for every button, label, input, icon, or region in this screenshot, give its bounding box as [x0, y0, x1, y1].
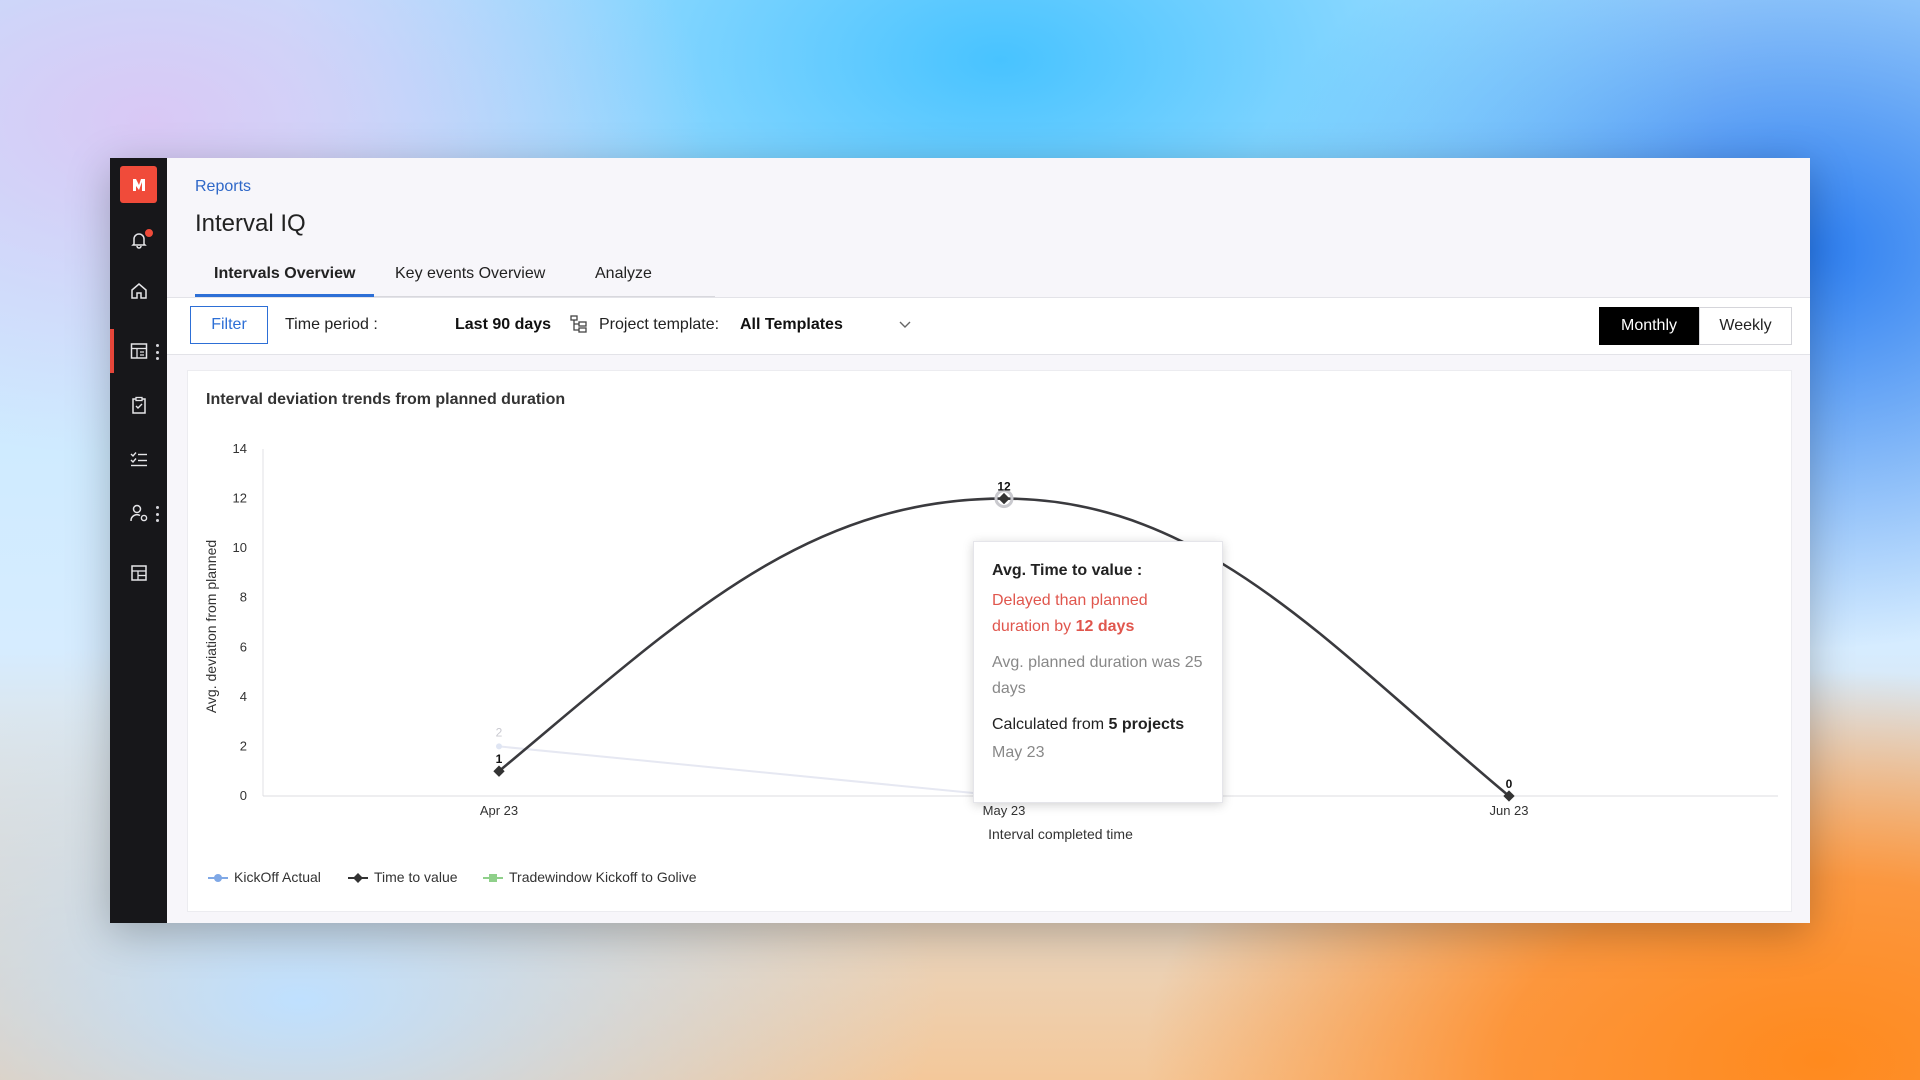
tooltip-calc-text: Calculated from [992, 716, 1105, 733]
x-axis-label: Interval completed time [988, 826, 1133, 842]
time-period-value[interactable]: Last 90 days [455, 316, 551, 334]
y-tick-label: 2 [240, 738, 247, 753]
tooltip-calc: Calculated from 5 projects [992, 712, 1204, 738]
chevron-down-icon[interactable] [897, 316, 913, 332]
legend-label: Time to value [374, 869, 458, 885]
time-period-label: Time period : [285, 316, 378, 333]
x-tick-label: Jun 23 [1489, 803, 1528, 818]
active-indicator [110, 329, 114, 373]
legend-marker-time-to-value [348, 871, 368, 883]
notification-badge [144, 228, 154, 238]
project-template-value[interactable]: All Templates [740, 316, 843, 334]
y-tick-label: 14 [233, 441, 247, 456]
tooltip-planned: Avg. planned duration was 25 days [992, 654, 1203, 697]
y-tick-label: 4 [240, 689, 247, 704]
users-more-icon[interactable] [155, 506, 159, 522]
data-point-time-to-value [998, 492, 1010, 505]
tooltip-calc-value: 5 projects [1108, 716, 1185, 733]
legend-marker-kickoff-actual [208, 871, 228, 883]
y-tick-label: 12 [233, 491, 247, 506]
chart-tooltip: Avg. Time to value : Delayed than planne… [973, 541, 1223, 803]
y-tick-label: 0 [240, 788, 247, 803]
y-tick-label: 8 [240, 590, 247, 605]
checklist-icon[interactable] [128, 448, 150, 470]
page-title: Interval IQ [195, 210, 306, 237]
legend-time-to-value[interactable]: Time to value [348, 869, 458, 885]
app-window: Reports Interval IQ Intervals Overview K… [110, 158, 1810, 923]
series-line-kickoff-actual [498, 745, 1005, 797]
data-point-kickoff-actual [496, 743, 502, 750]
y-axis-label: Avg. deviation from planned [203, 540, 219, 713]
tab-intervals-overview[interactable]: Intervals Overview [195, 258, 375, 297]
home-icon[interactable] [128, 280, 150, 302]
data-label-time-to-value: 0 [1506, 777, 1513, 791]
x-tick-label: Apr 23 [480, 803, 518, 818]
logo-icon[interactable] [120, 166, 157, 203]
main-content: Reports Interval IQ Intervals Overview K… [167, 158, 1810, 923]
legend-label: Tradewindow Kickoff to Golive [509, 869, 697, 885]
template-tree-icon [570, 314, 588, 334]
breadcrumb-reports[interactable]: Reports [195, 178, 251, 196]
project-template-label: Project template: [599, 316, 720, 333]
layout-icon[interactable] [128, 562, 150, 584]
filter-toolbar: Filter Time period : Last 90 days Projec… [167, 297, 1810, 355]
y-tick-label: 6 [240, 639, 247, 654]
tab-analyze[interactable]: Analyze [595, 258, 652, 294]
tooltip-period: May 23 [992, 744, 1045, 761]
filter-button[interactable]: Filter [190, 306, 268, 344]
legend-label: KickOff Actual [234, 869, 321, 885]
tab-bar: Intervals Overview Key events Overview A… [195, 258, 715, 298]
legend-kickoff-actual[interactable]: KickOff Actual [208, 869, 321, 885]
tooltip-delay: Delayed than planned duration by 12 days [992, 588, 1204, 640]
data-label-time-to-value: 12 [997, 480, 1011, 494]
data-label-time-to-value: 1 [496, 752, 503, 766]
chart-card: Interval deviation trends from planned d… [187, 370, 1792, 912]
weekly-toggle[interactable]: Weekly [1699, 307, 1792, 345]
user-settings-icon[interactable] [128, 502, 150, 524]
tooltip-delay-value: 12 days [1075, 618, 1135, 635]
reports-more-icon[interactable] [155, 344, 159, 360]
legend-tradewindow[interactable]: Tradewindow Kickoff to Golive [483, 869, 697, 885]
tab-key-events-overview[interactable]: Key events Overview [395, 258, 545, 294]
legend-marker-tradewindow [483, 871, 503, 883]
data-label-kickoff-actual: 2 [496, 725, 503, 739]
reports-icon[interactable] [128, 340, 150, 362]
clipboard-icon[interactable] [128, 394, 150, 416]
x-tick-label: May 23 [983, 803, 1026, 818]
tooltip-heading: Avg. Time to value : [992, 562, 1143, 579]
monthly-toggle[interactable]: Monthly [1599, 307, 1699, 345]
y-tick-label: 10 [233, 540, 247, 555]
sidebar [110, 158, 167, 923]
